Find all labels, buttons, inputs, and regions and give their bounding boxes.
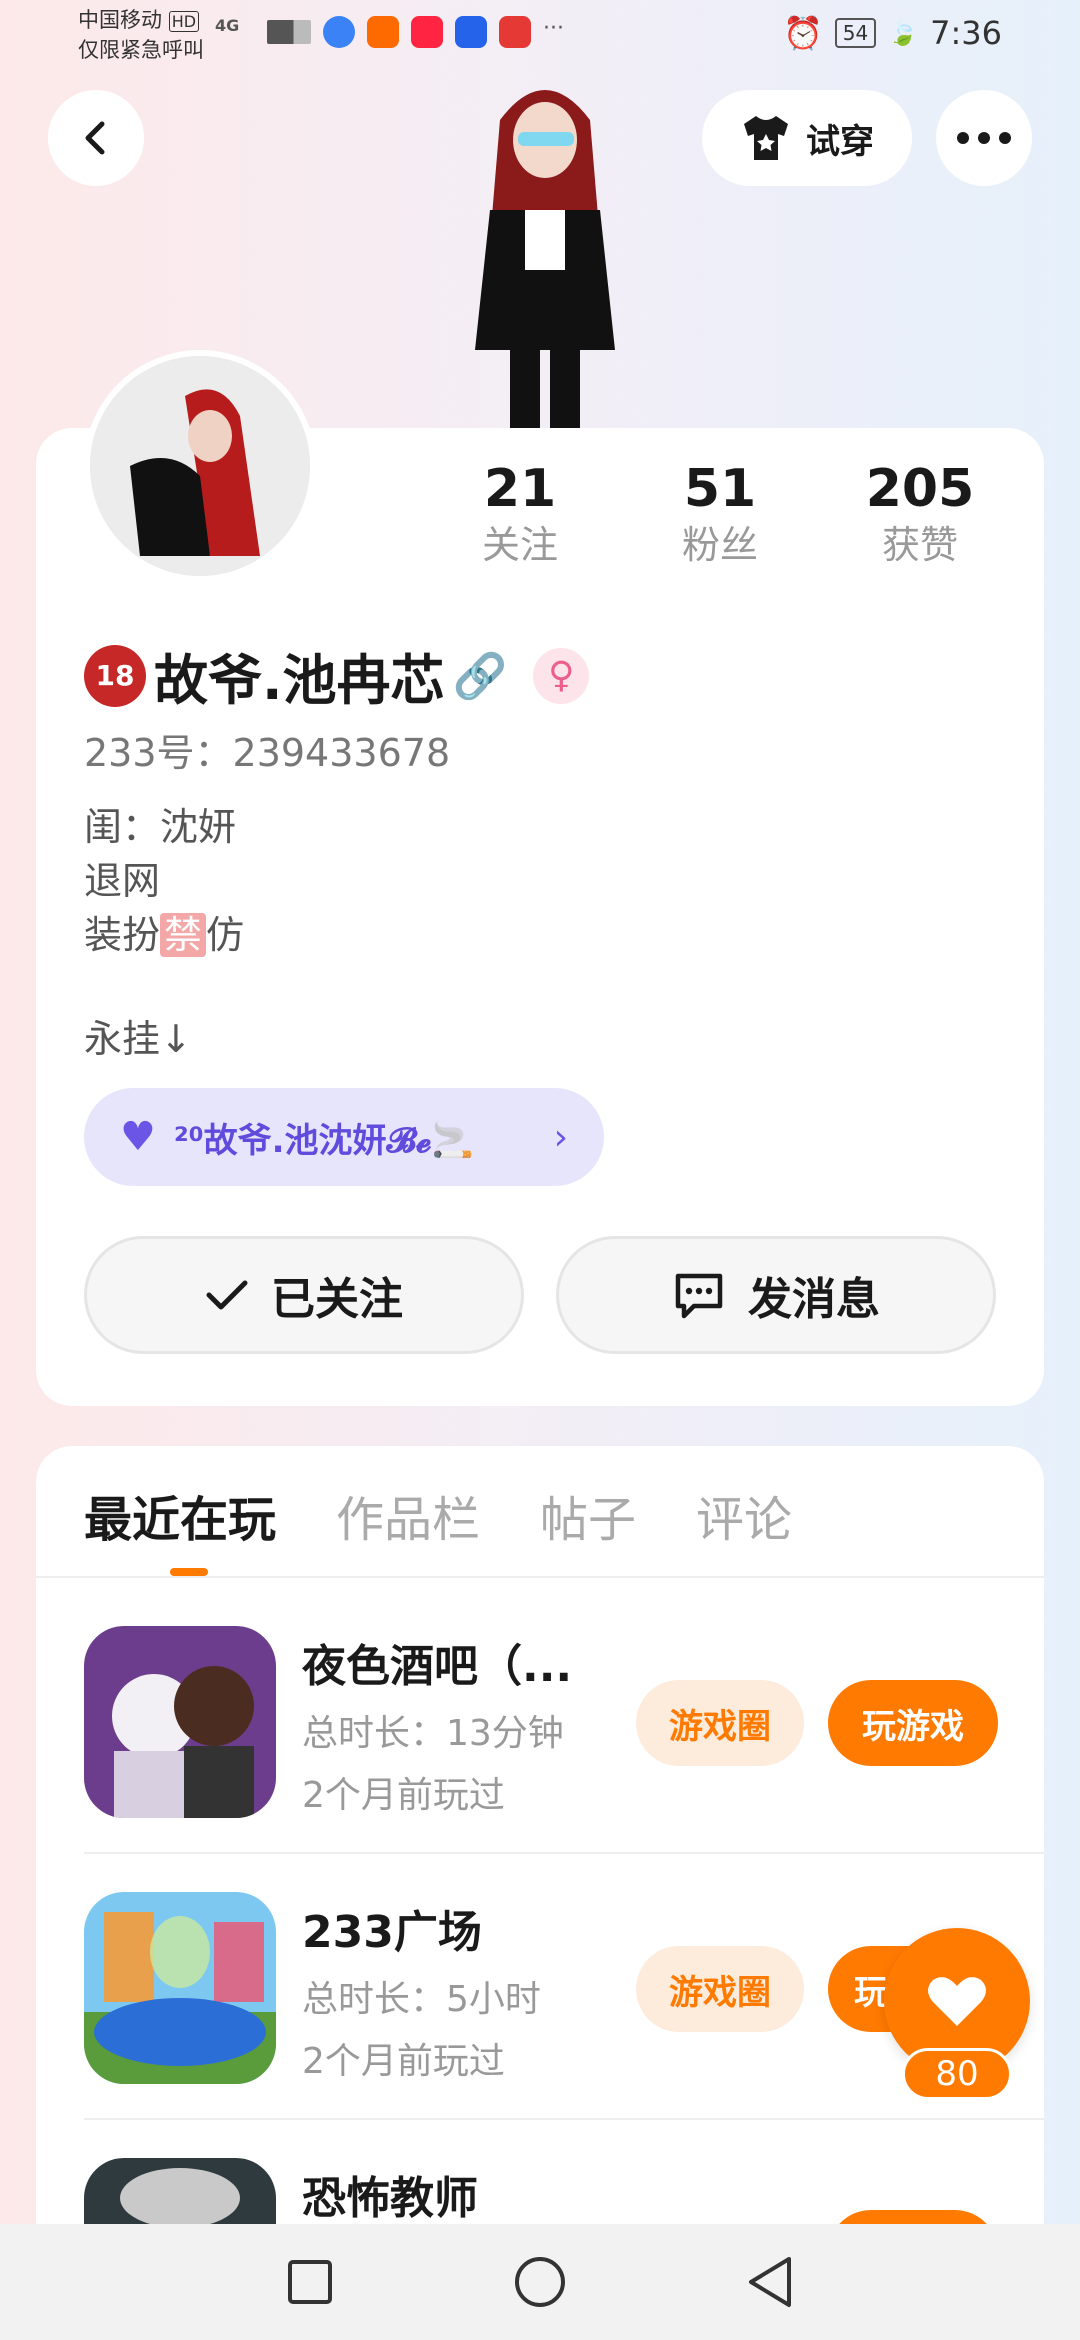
try-on-button[interactable]: 试穿 [702,90,912,186]
following-stat[interactable]: 21 关注 [420,458,620,570]
follow-button[interactable]: 已关注 [84,1236,524,1354]
more-button[interactable] [936,90,1032,186]
message-button[interactable]: 发消息 [556,1236,996,1354]
play-game-button[interactable]: 玩游戏 [828,1680,998,1766]
circle-icon [515,2257,565,2307]
app-icon-3 [411,16,443,48]
carrier-name: 中国移动 [78,8,162,32]
app-icon-5 [499,16,531,48]
back-nav-button[interactable] [740,2252,800,2312]
check-icon [206,1280,248,1310]
game-title: 夜色酒吧（... [302,1641,573,1692]
notification-icons: 4G ··· [215,16,573,48]
bio-text: 仿 [206,913,245,957]
app-icon-1 [323,16,355,48]
game-icon-233-plaza [84,1892,276,2084]
avatar-3d-figure [430,60,660,430]
chat-bubble-icon [675,1273,723,1319]
ban-emoji: 禁 [160,913,207,957]
game-circle-button[interactable]: 游戏圈 [636,1680,804,1766]
system-nav-bar [0,2224,1080,2340]
bio-line: 闺：沈妍 [84,805,237,849]
avatar[interactable] [84,350,316,582]
triangle-back-icon [749,2257,791,2307]
back-button[interactable] [48,90,144,186]
chevron-left-icon [85,121,105,155]
game-row[interactable]: 恐怖教师 [84,2120,1044,2224]
leaf-icon: 🍃 [888,19,919,47]
profile-stats: 21 关注 51 粉丝 205 获赞 [420,458,1020,570]
game-title: 恐怖教师 [302,2173,478,2224]
app-icon-4 [455,16,487,48]
app-icon-2 [367,16,399,48]
pinned-text: 永挂↓ [84,1017,192,1061]
game-duration: 总时长：5小时 [302,1979,541,2020]
tab-posts[interactable]: 帖子 [540,1480,636,1550]
bio-line: 退网 [84,859,161,903]
clock: 7:36 [930,14,1002,52]
fans-stat[interactable]: 51 粉丝 [620,458,820,570]
game-title: 233广场 [302,1907,482,1958]
more-dots-icon: ··· [543,16,564,41]
network-icon: 4G [215,16,240,35]
fans-label: 粉丝 [681,523,758,567]
follow-button-label: 已关注 [271,1274,403,1325]
game-icon-nightbar [84,1626,276,1818]
more-dots-icon [957,132,1011,144]
home-button[interactable] [510,2252,570,2312]
heart-icon: ♥ [120,1114,156,1160]
username-row: 18 故爷.池冉芯 🔗 ♀ [84,636,590,715]
likes-count: 205 [865,459,975,519]
age-badge: 18 [84,644,146,707]
battery-icon: 54 [834,18,877,48]
bio-text: 装扮 [84,913,161,957]
couple-tag-text: ²⁰故爷.池沈妍𝓑𝓮🚬 [173,1120,474,1161]
emergency-text: 仅限紧急呼叫 [78,38,204,62]
shirt-icon [744,116,788,160]
game-circle-button[interactable]: 游戏圈 [636,1946,804,2032]
likes-label: 获赞 [881,523,958,567]
tab-works[interactable]: 作品栏 [336,1480,480,1550]
tab-recent[interactable]: 最近在玩 [84,1480,276,1550]
username: 故爷.池冉芯 [154,649,445,712]
tab-comments[interactable]: 评论 [696,1480,792,1550]
chevron-right-icon: › [553,1116,568,1158]
signal-icon [267,20,311,44]
square-icon [288,2260,332,2304]
recents-button[interactable] [280,2252,340,2312]
carrier-info: 中国移动 HD 仅限紧急呼叫 [78,6,204,64]
tab-indicator [170,1568,208,1576]
link-icon: 🔗 [452,650,508,702]
hd-indicator: HD [168,11,200,32]
following-count: 21 [483,459,557,519]
tab-divider [36,1576,1044,1578]
try-on-label: 试穿 [806,121,874,162]
female-icon: ♀ [533,647,590,704]
play-game-button[interactable] [828,2210,998,2224]
heart-icon [928,1977,986,2026]
following-label: 关注 [481,523,558,567]
likes-stat: 205 获赞 [820,458,1020,570]
message-button-label: 发消息 [748,1274,880,1325]
like-count-badge: 80 [902,2048,1012,2100]
game-row[interactable]: 夜色酒吧（... 总时长：13分钟 2个月前玩过 游戏圈 玩游戏 [84,1588,1044,1854]
bio: 闺：沈妍 退网 装扮禁仿 [84,800,244,962]
game-icon-horror-teacher [84,2158,276,2224]
fans-count: 51 [683,459,757,519]
tab-bar: 最近在玩 作品栏 帖子 评论 [84,1480,792,1550]
alarm-icon: ⏰ [782,14,823,52]
game-duration: 总时长：13分钟 [302,1713,564,1754]
game-last-played: 2个月前玩过 [302,2041,505,2082]
game-last-played: 2个月前玩过 [302,1775,505,1816]
couple-tag-pill[interactable]: ♥ ²⁰故爷.池沈妍𝓑𝓮🚬 › [84,1088,604,1186]
user-id: 233号：239433678 [84,731,451,775]
bio-line: 装扮禁仿 [84,908,244,962]
status-right: ⏰ 54 🍃 7:36 [783,14,1002,52]
